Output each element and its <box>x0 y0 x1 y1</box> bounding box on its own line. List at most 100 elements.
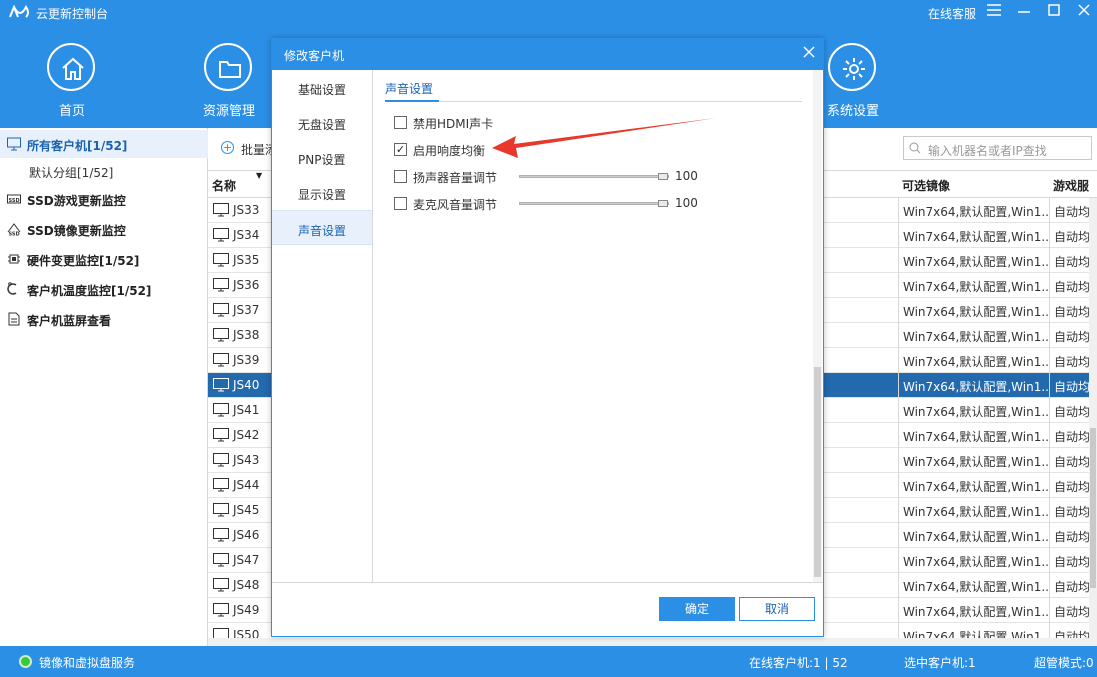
checkbox-loudness-eq[interactable]: ✓ <box>394 143 407 156</box>
dialog-tab-sound[interactable]: 声音设置 <box>272 210 372 245</box>
computer-icon <box>213 303 229 317</box>
sidebar-item-label: 客户机蓝屏查看 <box>27 314 112 328</box>
client-service: 自动均 <box>1049 423 1089 448</box>
option-label: 启用响度均衡 <box>413 144 486 158</box>
option-label: 麦克风音量调节 <box>413 198 498 212</box>
search-input[interactable]: 输入机器名或者IP查找 <box>903 136 1092 160</box>
client-image: Win7x64,默认配置,Win1... <box>898 423 1049 448</box>
mic-volume-value: 100 <box>675 196 698 210</box>
dialog-close-icon[interactable] <box>800 44 818 62</box>
column-header-service[interactable]: 游戏服 <box>1053 177 1089 194</box>
checkbox-disable-hdmi[interactable] <box>394 116 407 129</box>
sidebar-item-all-clients[interactable]: 所有客户机[1/52] <box>0 130 208 158</box>
column-header-image[interactable]: 可选镜像 <box>902 177 950 194</box>
monitor-icon <box>7 137 21 151</box>
table-vertical-scrollbar[interactable] <box>1089 198 1097 638</box>
option-label: 禁用HDMI声卡 <box>413 117 494 131</box>
sidebar-item-ssd-game[interactable]: SSD SSD游戏更新监控 <box>0 185 208 213</box>
gear-icon <box>828 43 876 91</box>
client-image: Win7x64,默认配置,Win1... <box>898 498 1049 523</box>
client-name: JS36 <box>233 278 260 292</box>
dialog-tab-pnp[interactable]: PNP设置 <box>272 140 372 175</box>
ssd-game-icon: SSD <box>7 194 21 204</box>
client-image: Win7x64,默认配置,Win1... <box>898 473 1049 498</box>
cancel-button[interactable]: 取消 <box>739 597 815 621</box>
table-horizontal-scrollbar[interactable] <box>208 638 1097 646</box>
dialog-footer-divider <box>272 582 823 583</box>
mic-volume-slider[interactable] <box>519 200 669 207</box>
computer-icon <box>213 228 229 242</box>
sidebar-item-temperature[interactable]: 客户机温度监控[1/52] <box>0 275 208 303</box>
status-bar: 镜像和虚拟盘服务 在线客户机:1 | 52 选中客户机:1 超管模式:0 <box>0 646 1097 677</box>
client-service: 自动均 <box>1049 323 1089 348</box>
client-image: Win7x64,默认配置,Win1... <box>898 373 1049 398</box>
dialog-tab-display[interactable]: 显示设置 <box>272 175 372 210</box>
slider-handle[interactable] <box>658 173 668 180</box>
nav-resource-management[interactable]: 资源管理 <box>184 25 274 128</box>
client-service: 自动均 <box>1049 523 1089 548</box>
sidebar-item-label: 硬件变更监控[1/52] <box>27 254 140 268</box>
dialog-tab-diskless[interactable]: 无盘设置 <box>272 105 372 140</box>
client-service: 自动均 <box>1049 248 1089 273</box>
computer-icon <box>213 453 229 467</box>
computer-icon <box>213 478 229 492</box>
service-status-icon <box>19 655 32 668</box>
scrollbar-thumb[interactable] <box>814 367 821 577</box>
client-image: Win7x64,默认配置,Win1... <box>898 398 1049 423</box>
app-logo-icon <box>9 5 29 18</box>
minimize-icon[interactable] <box>1015 3 1033 21</box>
client-service: 自动均 <box>1049 273 1089 298</box>
nav-home-label: 首页 <box>58 104 85 119</box>
option-label: 扬声器音量调节 <box>413 171 498 185</box>
sidebar-item-hardware-change[interactable]: 硬件变更监控[1/52] <box>0 245 208 273</box>
online-service-link[interactable]: 在线客服 <box>928 5 976 22</box>
option-mic-volume[interactable]: 麦克风音量调节 100 <box>394 196 794 212</box>
computer-icon <box>213 328 229 342</box>
computer-icon <box>213 528 229 542</box>
client-service: 自动均 <box>1049 598 1089 623</box>
online-clients-count: 在线客户机:1 | 52 <box>749 656 848 670</box>
slider-handle[interactable] <box>658 200 668 207</box>
dialog-scrollbar[interactable] <box>813 70 822 582</box>
client-image: Win7x64,默认配置,Win1... <box>898 248 1049 273</box>
menu-icon[interactable] <box>985 3 1003 21</box>
speaker-volume-value: 100 <box>675 169 698 183</box>
client-service: 自动均 <box>1049 373 1089 398</box>
client-image: Win7x64,默认配置,Win1... <box>898 448 1049 473</box>
client-service: 自动均 <box>1049 298 1089 323</box>
sidebar-item-default-group[interactable]: 默认分组[1/52] <box>29 164 113 181</box>
dialog-tab-basic[interactable]: 基础设置 <box>272 70 372 105</box>
client-name: JS43 <box>233 453 260 467</box>
client-name: JS44 <box>233 478 260 492</box>
close-icon[interactable] <box>1075 3 1093 21</box>
nav-home[interactable]: 首页 <box>27 25 117 128</box>
checkbox-speaker-volume[interactable] <box>394 170 407 183</box>
maximize-icon[interactable] <box>1045 3 1063 21</box>
column-header-name[interactable]: 名称 <box>212 177 236 194</box>
client-name: JS38 <box>233 328 260 342</box>
sidebar-item-ssd-image[interactable]: SSD SSD镜像更新监控 <box>0 215 208 243</box>
computer-icon <box>213 278 229 292</box>
client-name: JS40 <box>233 378 260 392</box>
client-name: JS35 <box>233 253 260 267</box>
client-name: JS41 <box>233 403 260 417</box>
client-name: JS33 <box>233 203 260 217</box>
sidebar-item-bluescreen[interactable]: 客户机蓝屏查看 <box>0 305 208 333</box>
ok-button[interactable]: 确定 <box>659 597 735 621</box>
client-name: JS39 <box>233 353 260 367</box>
speaker-volume-slider[interactable] <box>519 173 669 180</box>
computer-icon <box>213 203 229 217</box>
section-divider <box>385 100 802 102</box>
computer-icon <box>213 503 229 517</box>
client-image: Win7x64,默认配置,Win1... <box>898 298 1049 323</box>
checkbox-mic-volume[interactable] <box>394 197 407 210</box>
client-service: 自动均 <box>1049 398 1089 423</box>
sort-down-icon[interactable]: ▼ <box>256 171 262 180</box>
client-name: JS48 <box>233 578 260 592</box>
add-icon[interactable]: + <box>221 141 234 154</box>
title-bar: 云更新控制台 在线客服 <box>0 0 1097 25</box>
client-image: Win7x64,默认配置,Win1... <box>898 273 1049 298</box>
scrollbar-thumb[interactable] <box>1090 428 1096 588</box>
option-speaker-volume[interactable]: 扬声器音量调节 100 <box>394 169 794 185</box>
app-title: 云更新控制台 <box>36 7 109 21</box>
